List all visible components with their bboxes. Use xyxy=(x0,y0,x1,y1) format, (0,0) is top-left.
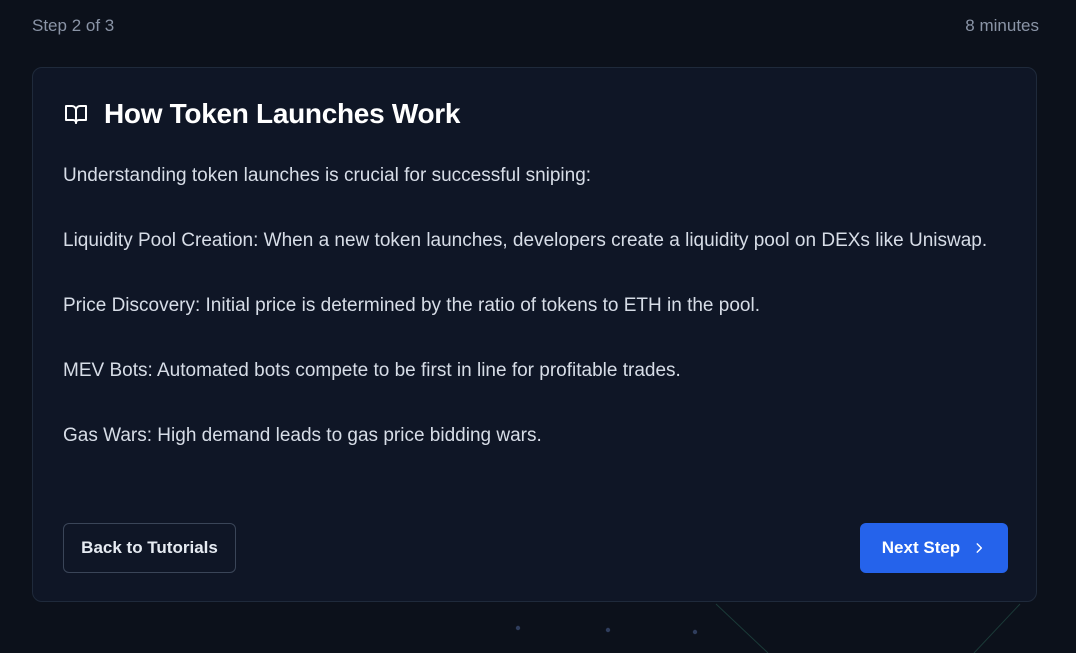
paragraph-liquidity-pool: Liquidity Pool Creation: When a new toke… xyxy=(63,230,988,251)
back-to-tutorials-button[interactable]: Back to Tutorials xyxy=(63,523,236,573)
paragraph-mev-bots: MEV Bots: Automated bots compete to be f… xyxy=(63,360,681,381)
tutorial-page: Step 2 of 3 8 minutes How Token Launches… xyxy=(0,0,1076,653)
back-button-label: Back to Tutorials xyxy=(81,538,218,557)
paragraph-intro: Understanding token launches is crucial … xyxy=(63,165,592,186)
duration-label: 8 minutes xyxy=(965,16,1039,35)
paragraph-price-discovery: Price Discovery: Initial price is determ… xyxy=(63,295,760,316)
next-button-label: Next Step xyxy=(881,538,961,557)
step-indicator: Step 2 of 3 xyxy=(32,16,115,35)
tutorial-content: Understanding token launches is crucial … xyxy=(63,160,993,485)
book-open-icon xyxy=(63,101,89,127)
card-title: How Token Launches Work xyxy=(104,98,461,129)
next-step-button[interactable]: Next Step xyxy=(860,523,1008,573)
paragraph-gas-wars: Gas Wars: High demand leads to gas price… xyxy=(63,425,542,446)
chevron-right-icon xyxy=(972,541,986,555)
card-header: How Token Launches Work xyxy=(63,98,460,130)
tutorial-card: How Token Launches Work Understanding to… xyxy=(32,67,1037,602)
